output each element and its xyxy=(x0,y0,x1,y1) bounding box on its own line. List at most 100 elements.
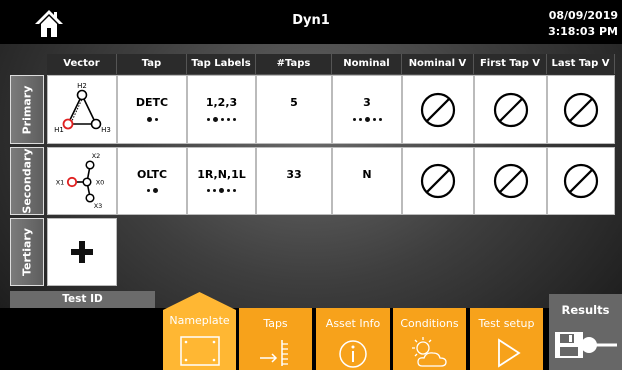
primary-nominal-tap-value: 3 xyxy=(363,96,371,109)
taps-icon xyxy=(259,340,288,366)
primary-nominal-tap-dots xyxy=(352,115,382,123)
primary-tap-changer-value: DETC xyxy=(135,96,169,109)
primary-tap-changer-cell[interactable]: DETC xyxy=(117,75,187,144)
primary-nominal-tap-cell[interactable]: 3 xyxy=(332,75,402,144)
play-icon xyxy=(497,338,521,368)
secondary-tap-changer-cell[interactable]: OLTC xyxy=(117,147,187,215)
col-header-first-tap-v: First Tap V xyxy=(474,54,547,74)
secondary-nominal-v-cell[interactable] xyxy=(402,147,474,215)
vector-terminal-label: H2 xyxy=(77,82,87,90)
vector-terminal-label: X0 xyxy=(96,179,105,187)
primary-nominal-v-cell[interactable] xyxy=(402,75,474,144)
position-dot xyxy=(213,189,216,192)
col-header-tap-labels: Tap Labels xyxy=(187,54,256,74)
vector-terminal-label: X3 xyxy=(94,202,103,210)
secondary-num-taps-value: 33 xyxy=(286,167,302,181)
tab-label: Asset Info xyxy=(325,317,381,330)
position-dot xyxy=(207,189,210,192)
col-header-vector: Vector xyxy=(47,54,117,74)
time-label: 3:18:03 PM xyxy=(548,25,618,38)
position-dot xyxy=(233,189,236,192)
test-id-label[interactable]: Test ID xyxy=(10,291,155,308)
datetime: 08/09/2019 3:18:03 PM xyxy=(548,8,618,40)
primary-vector-cell[interactable]: H2 H1 H3 xyxy=(47,75,117,144)
position-dot-active xyxy=(213,116,218,122)
primary-first-tap-v-cell[interactable] xyxy=(474,75,547,144)
secondary-tap-labels-dots xyxy=(207,187,236,195)
results-button[interactable]: Results xyxy=(549,294,622,370)
position-dot xyxy=(378,117,382,121)
date-label: 08/09/2019 xyxy=(548,9,618,22)
vector-terminal-label: X1 xyxy=(56,179,65,187)
row-label-primary: Primary xyxy=(10,75,44,144)
primary-num-taps-cell[interactable]: 5 xyxy=(256,75,332,144)
col-header-nominal-v: Nominal V xyxy=(402,54,474,74)
position-dot xyxy=(207,117,210,121)
position-dot-active xyxy=(146,116,152,122)
secondary-tap-changer-dots xyxy=(146,187,158,195)
secondary-tap-changer-value: OLTC xyxy=(136,167,168,181)
position-dot xyxy=(221,117,224,121)
top-bar: Dyn1 08/09/2019 3:18:03 PM xyxy=(0,0,622,44)
secondary-num-taps-cell[interactable]: 33 xyxy=(256,147,332,215)
vector-terminal-label: H3 xyxy=(101,126,111,134)
not-available-icon xyxy=(420,92,456,127)
position-dot xyxy=(154,117,158,121)
primary-tap-changer-dots xyxy=(146,115,158,123)
secondary-tap-labels-cell[interactable]: 1R,N,1L xyxy=(187,147,256,215)
not-available-icon xyxy=(563,92,599,127)
info-icon xyxy=(339,340,367,368)
vector-terminal-label: H1 xyxy=(54,126,64,134)
primary-tap-labels-cell[interactable]: 1,2,3 xyxy=(187,75,256,144)
results-icon xyxy=(555,332,617,358)
primary-num-taps-value: 5 xyxy=(290,96,298,109)
position-dot xyxy=(352,117,356,121)
tab-taps[interactable]: Taps xyxy=(239,308,312,370)
position-dot-active xyxy=(152,188,158,193)
tab-test-setup[interactable]: Test setup xyxy=(470,308,543,370)
not-available-icon xyxy=(563,163,599,199)
wye-vector-icon: X2 X1 X0 X3 xyxy=(56,152,105,210)
position-dot xyxy=(358,117,362,121)
row-label-secondary: Secondary xyxy=(10,147,44,215)
vector-terminal-label: X2 xyxy=(92,152,101,160)
results-label: Results xyxy=(561,303,610,317)
tab-nameplate[interactable]: Nameplate xyxy=(163,292,236,370)
not-available-icon xyxy=(493,163,528,199)
position-dot xyxy=(233,117,236,121)
nameplate-icon xyxy=(179,336,220,366)
tab-label: Conditions xyxy=(400,317,459,330)
secondary-nominal-tap-value: N xyxy=(362,167,372,181)
delta-vector-icon: H2 H1 H3 xyxy=(54,82,111,134)
tab-conditions[interactable]: Conditions xyxy=(393,308,466,370)
position-dot xyxy=(227,117,230,121)
tab-label: Test setup xyxy=(478,317,535,330)
position-dot-active xyxy=(219,188,224,193)
tab-label: Nameplate xyxy=(169,314,230,327)
plus-icon xyxy=(71,241,93,263)
add-tertiary-button[interactable] xyxy=(47,218,117,286)
page-title: Dyn1 xyxy=(292,13,330,28)
secondary-vector-cell[interactable]: X2 X1 X0 X3 xyxy=(47,147,117,215)
col-header-num-taps: #Taps xyxy=(256,54,332,74)
not-available-icon xyxy=(493,92,528,127)
secondary-last-tap-v-cell[interactable] xyxy=(547,147,615,215)
row-label-tertiary: Tertiary xyxy=(10,218,44,286)
col-header-nominal-tap: Nominal Tap xyxy=(332,54,402,89)
secondary-nominal-tap-cell[interactable]: N xyxy=(332,147,402,215)
not-available-icon xyxy=(420,163,456,199)
secondary-first-tap-v-cell[interactable] xyxy=(474,147,547,215)
primary-last-tap-v-cell[interactable] xyxy=(547,75,615,144)
position-dot-active xyxy=(364,116,370,122)
position-dot xyxy=(372,117,376,121)
col-header-tap-changer: Tap Changer xyxy=(117,54,187,89)
primary-tap-labels-dots xyxy=(207,115,236,123)
tab-label: Taps xyxy=(263,317,288,330)
primary-tap-labels-value: 1,2,3 xyxy=(205,96,238,109)
col-header-last-tap-v: Last Tap V xyxy=(547,54,615,74)
position-dot xyxy=(146,189,150,192)
position-dot xyxy=(227,189,230,192)
secondary-tap-labels-value: 1R,N,1L xyxy=(197,167,246,181)
weather-icon xyxy=(411,337,447,367)
tab-asset-info[interactable]: Asset Info xyxy=(316,308,390,370)
